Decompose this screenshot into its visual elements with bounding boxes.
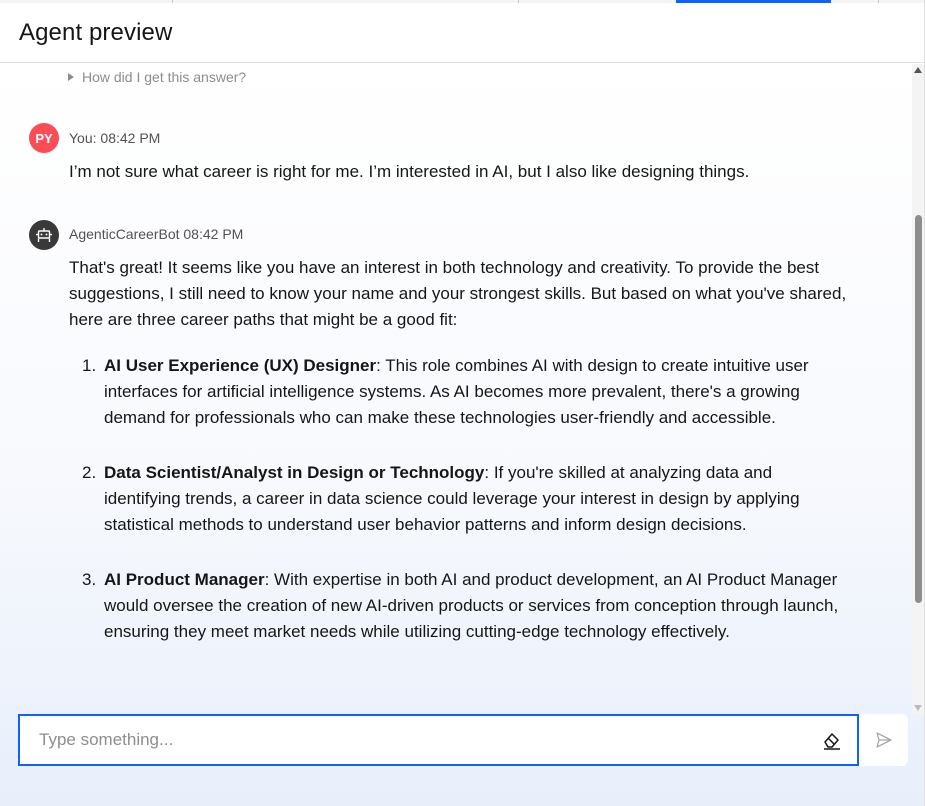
scrollbar-thumb[interactable] [915,215,922,603]
how-label: How did I get this answer? [82,69,247,85]
triangle-right-icon [68,73,74,81]
eraser-icon[interactable] [821,729,843,751]
list-number: 1. [82,356,97,375]
list-item: 3. AI Product Manager: With expertise in… [69,567,849,645]
list-item-title: AI User Experience (UX) Designer [104,356,377,375]
bot-avatar [29,220,59,250]
send-icon [875,732,892,748]
message-input[interactable] [20,716,800,764]
list-item-title: AI Product Manager [104,570,265,589]
list-item-title: Data Scientist/Analyst in Design or Tech… [104,463,485,482]
scroll-down-arrow-icon[interactable] [914,705,922,711]
career-list: 1. AI User Experience (UX) Designer: Thi… [69,353,849,645]
list-item: 1. AI User Experience (UX) Designer: Thi… [69,353,849,431]
scroll-up-arrow-icon[interactable] [914,67,922,73]
user-initials: PY [35,130,53,146]
bot-message: That's great! It seems like you have an … [69,255,849,674]
list-number: 3. [82,570,97,589]
panel-header: Agent preview [0,3,924,63]
user-message-text: I’m not sure what career is right for me… [69,162,750,181]
chat-scrollbar[interactable] [912,64,924,714]
how-did-i-get-this-answer-toggle[interactable]: How did I get this answer? [68,69,246,85]
agent-preview-app: Agent preview How did I get this answer?… [0,0,925,806]
bot-message-meta: AgenticCareerBot 08:42 PM [69,226,244,242]
message-input-container [18,714,859,766]
page-title: Agent preview [19,19,173,46]
bot-message-intro: That's great! It seems like you have an … [69,258,847,329]
user-avatar: PY [29,123,59,153]
list-number: 2. [82,463,97,482]
chat-area: How did I get this answer? PY You: 08:42… [0,64,924,806]
send-button[interactable] [859,714,908,766]
robot-icon [36,228,52,242]
list-item: 2. Data Scientist/Analyst in Design or T… [69,460,849,538]
user-message-meta: You: 08:42 PM [69,130,161,146]
chat-messages: How did I get this answer? PY You: 08:42… [19,64,912,704]
